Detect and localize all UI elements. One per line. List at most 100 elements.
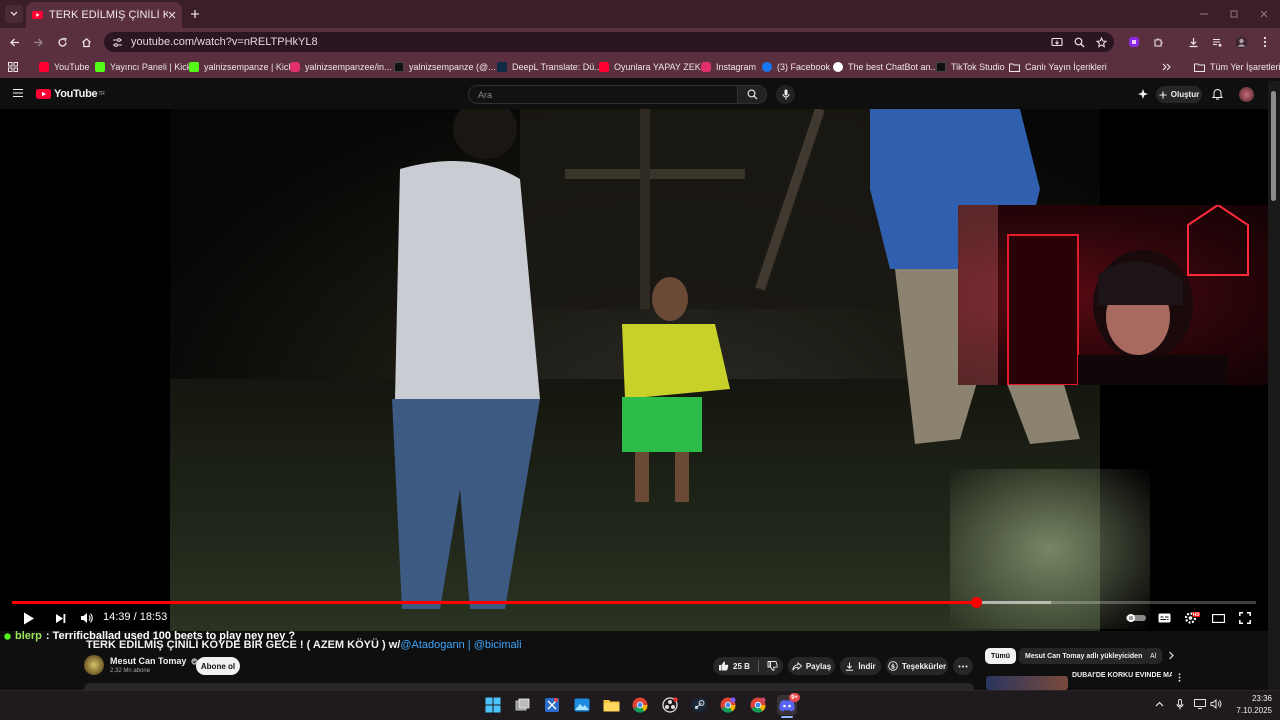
taskbar-app-obs[interactable] — [660, 695, 680, 715]
more-bookmarks-button[interactable] — [1162, 60, 1171, 74]
thanks-button[interactable]: $ Teşekkürler — [886, 657, 948, 675]
fullscreen-button[interactable] — [1237, 610, 1253, 626]
chip-from-uploader[interactable]: Mesut Can Tomay adlı yükleyiciden — [1019, 648, 1149, 664]
scrollbar-thumb[interactable] — [1271, 91, 1276, 201]
ask-button[interactable] — [1137, 88, 1150, 101]
taskbar-app-chrome-profile-1[interactable] — [718, 695, 738, 715]
chevron-down-icon — [10, 11, 18, 16]
bookmark-item[interactable]: Yayıncı Paneli | Kick — [95, 60, 191, 74]
taskbar-clock[interactable]: 23:36 7.10.2025 — [1222, 693, 1272, 717]
extensions-menu-button[interactable] — [1150, 34, 1166, 50]
share-button[interactable]: Paylaş — [788, 657, 835, 675]
site-settings-icon[interactable] — [112, 37, 123, 48]
autoplay-toggle[interactable] — [1125, 610, 1147, 626]
chips-next-button[interactable] — [1167, 651, 1179, 663]
next-button[interactable] — [52, 610, 68, 626]
start-button[interactable] — [483, 695, 503, 715]
active-app-indicator — [781, 716, 793, 718]
create-button[interactable]: Oluştur — [1156, 86, 1202, 103]
new-tab-button[interactable] — [187, 6, 203, 22]
play-button[interactable] — [21, 610, 37, 626]
taskbar-app-steam[interactable] — [689, 695, 709, 715]
recommended-thumbnail[interactable] — [986, 676, 1068, 690]
voice-search-button[interactable] — [776, 85, 795, 104]
more-actions-button[interactable] — [953, 657, 973, 675]
extension-button[interactable] — [1126, 34, 1142, 50]
bookmark-item[interactable]: yalnizsempanze | Kick — [189, 60, 293, 74]
back-button[interactable] — [6, 34, 22, 50]
active-tab[interactable]: TERK EDİLMİŞ ÇİNİLİ KÖYDE BİR — [26, 2, 182, 28]
webcam-scene — [958, 205, 1249, 385]
bookmark-item[interactable]: Instagram — [701, 60, 756, 74]
close-tab-icon[interactable] — [168, 11, 176, 19]
taskbar-app-snipping[interactable] — [542, 695, 562, 715]
minimize-button[interactable] — [1196, 6, 1212, 22]
bell-icon — [1212, 89, 1223, 100]
bookmark-star-button[interactable] — [1093, 34, 1109, 50]
task-view-button[interactable] — [513, 695, 533, 715]
description-box[interactable] — [84, 683, 974, 690]
account-avatar[interactable] — [1239, 87, 1254, 102]
forward-button[interactable] — [30, 34, 46, 50]
search-button[interactable] — [737, 85, 767, 104]
restore-button[interactable] — [1226, 6, 1242, 22]
channel-avatar[interactable] — [84, 655, 104, 675]
tray-volume[interactable] — [1209, 697, 1223, 711]
youtube-logo[interactable]: YouTube TR — [36, 88, 105, 100]
bookmark-item[interactable]: TikTok Studio — [936, 60, 1005, 74]
chip-all[interactable]: Tümü — [985, 648, 1017, 664]
taskbar-app-photos[interactable] — [572, 695, 592, 715]
bookmark-item[interactable]: yalnizsempanzee/in... — [290, 60, 392, 74]
cast-button[interactable] — [1049, 34, 1065, 50]
mention-link[interactable]: @bicimali — [474, 639, 522, 651]
video-player[interactable] — [0, 109, 1268, 631]
guide-menu-button[interactable] — [12, 88, 26, 102]
browser-menu-button[interactable] — [1257, 34, 1273, 50]
dislike-button[interactable] — [767, 661, 778, 671]
bookmark-item[interactable]: yalnizsempanze (@... — [394, 60, 496, 74]
discord-notification-badge: 9+ — [789, 693, 800, 702]
chip-truncated[interactable]: Al — [1144, 648, 1162, 664]
bookmark-folder[interactable]: Canlı Yayın İçerikleri — [1009, 60, 1107, 74]
taskbar-app-chrome[interactable] — [630, 695, 650, 715]
taskbar-app-file-explorer[interactable] — [601, 695, 621, 715]
bookmark-item[interactable]: The best ChatBot an... — [833, 60, 938, 74]
hamburger-menu-icon — [13, 88, 23, 98]
tiktok-icon — [936, 62, 946, 72]
all-bookmarks-button[interactable]: Tüm Yer İşaretleri — [1194, 60, 1280, 74]
tab-search-button[interactable] — [5, 5, 23, 23]
tray-network[interactable] — [1193, 697, 1207, 711]
downloads-button[interactable] — [1185, 34, 1201, 50]
home-button[interactable] — [78, 34, 94, 50]
bookmark-item[interactable]: Oyunlara YAPAY ZEK... — [599, 60, 708, 74]
recommended-title[interactable]: DUBAİ'DE KORKU EVİNDE MAHSUR KALDIK ! w/… — [1072, 672, 1172, 679]
notifications-button[interactable] — [1212, 88, 1225, 101]
apps-button[interactable] — [8, 60, 18, 74]
theater-mode-button[interactable] — [1210, 610, 1226, 626]
page-scrollbar[interactable] — [1268, 81, 1280, 690]
bookmark-item[interactable]: DeepL Translate: Dü... — [497, 60, 602, 74]
mute-button[interactable] — [78, 610, 94, 626]
bookmark-item[interactable]: YouTube — [39, 60, 89, 74]
search-input[interactable]: Ara — [468, 85, 738, 104]
download-button[interactable]: İndir — [840, 657, 881, 675]
reload-button[interactable] — [54, 34, 70, 50]
profile-button[interactable] — [1233, 34, 1249, 50]
taskbar-app-chrome-profile-2[interactable] — [748, 695, 768, 715]
url-text[interactable]: youtube.com/watch?v=nRELTPHkYL8 — [131, 36, 318, 48]
channel-name[interactable]: Mesut Can Tomay — [110, 656, 198, 666]
tray-microphone[interactable] — [1173, 697, 1187, 711]
progress-bar[interactable] — [12, 597, 1256, 608]
zoom-button[interactable] — [1071, 34, 1087, 50]
settings-button[interactable]: HD — [1184, 610, 1200, 626]
close-window-button[interactable] — [1256, 6, 1272, 22]
subtitles-button[interactable] — [1156, 610, 1172, 626]
address-bar[interactable]: youtube.com/watch?v=nRELTPHkYL8 — [104, 32, 1114, 52]
recommended-menu-button[interactable] — [1178, 673, 1186, 685]
mention-link[interactable]: @Atadogann — [400, 639, 464, 651]
subscribe-button[interactable]: Abone ol — [196, 657, 240, 675]
media-controls-button[interactable] — [1209, 34, 1225, 50]
tray-overflow-button[interactable] — [1152, 697, 1166, 711]
like-button[interactable]: 25 B — [718, 661, 750, 671]
bookmark-item[interactable]: (3) Facebook — [762, 60, 830, 74]
